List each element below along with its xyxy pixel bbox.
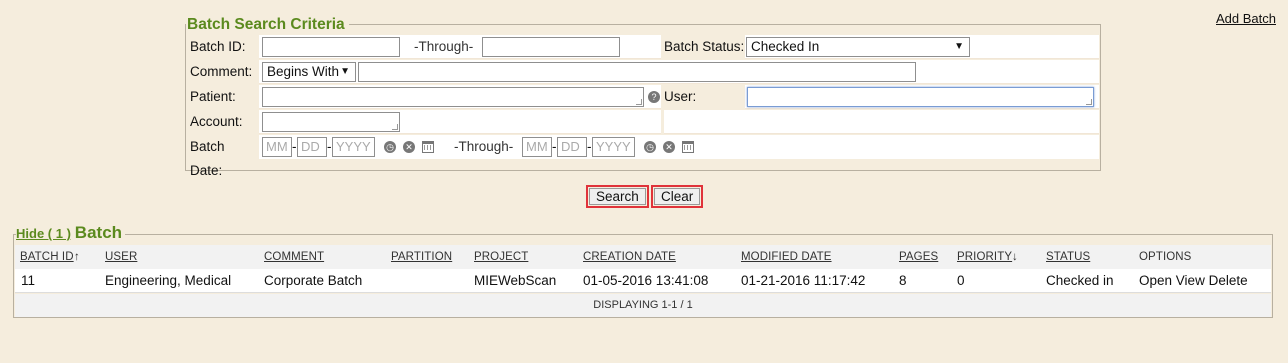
clock-icon[interactable]: ◷ bbox=[644, 141, 656, 153]
clear-icon[interactable]: ✕ bbox=[663, 141, 675, 153]
comment-mode-value: Begins With bbox=[267, 64, 340, 79]
date-separator: - bbox=[292, 139, 297, 154]
column-options: OPTIONS bbox=[1139, 251, 1192, 263]
date-through-label: -Through- bbox=[454, 139, 514, 154]
account-input[interactable] bbox=[262, 112, 400, 132]
date-separator: - bbox=[587, 139, 592, 154]
column-creation-date[interactable]: CREATION DATE bbox=[583, 245, 676, 269]
column-modified-date[interactable]: MODIFIED DATE bbox=[741, 245, 832, 269]
column-batch-id[interactable]: BATCH ID bbox=[20, 245, 74, 269]
delete-link[interactable]: Delete bbox=[1209, 273, 1248, 288]
calendar-icon[interactable] bbox=[682, 141, 694, 153]
account-label: Account: bbox=[187, 110, 259, 134]
cell-comment: Corporate Batch bbox=[264, 273, 363, 288]
batch-status-value: Checked In bbox=[751, 39, 820, 54]
cell-user: Engineering, Medical bbox=[105, 273, 232, 288]
cell-creation-date: 01-05-2016 13:41:08 bbox=[583, 273, 709, 288]
account-divider bbox=[661, 110, 664, 134]
cell-pages: 8 bbox=[899, 273, 907, 288]
date-separator: - bbox=[552, 139, 557, 154]
batch-status-label: Batch Status: bbox=[661, 35, 745, 59]
clear-button-highlight: Clear bbox=[651, 185, 704, 208]
batch-status-select[interactable]: Checked In ▼ bbox=[746, 37, 970, 57]
cell-batch-id: 11 bbox=[21, 273, 36, 288]
column-comment[interactable]: COMMENT bbox=[264, 245, 324, 269]
date-to-month-input[interactable]: MM bbox=[522, 137, 552, 157]
chevron-down-icon: ▼ bbox=[954, 41, 964, 52]
user-label: User: bbox=[661, 85, 745, 109]
batch-id-to-input[interactable] bbox=[482, 37, 620, 57]
row-comment: Comment: Begins With ▼ bbox=[187, 60, 1099, 84]
row-patient-user: Patient: ? User: bbox=[187, 85, 1099, 109]
column-status[interactable]: STATUS bbox=[1046, 245, 1090, 269]
column-project[interactable]: PROJECT bbox=[474, 245, 528, 269]
batch-id-label: Batch ID: bbox=[187, 35, 259, 59]
batch-search-criteria: Batch Search Criteria Batch ID: -Through… bbox=[185, 16, 1101, 178]
batch-title: Batch bbox=[74, 223, 123, 242]
view-link[interactable]: View bbox=[1176, 273, 1205, 288]
row-account: Account: bbox=[187, 110, 1099, 134]
search-button-highlight: Search bbox=[586, 185, 649, 208]
hide-batch-link[interactable]: Hide ( 1 ) bbox=[16, 226, 71, 241]
table-header: BATCH ID ↑ USER COMMENT PARTITION PROJEC… bbox=[15, 245, 1271, 269]
cell-status: Checked in bbox=[1046, 273, 1114, 288]
open-link[interactable]: Open bbox=[1139, 273, 1172, 288]
batch-date-label: Batch Date: bbox=[187, 135, 259, 178]
clear-icon[interactable]: ✕ bbox=[403, 141, 415, 153]
column-pages[interactable]: PAGES bbox=[899, 245, 938, 269]
sort-desc-icon: ↓ bbox=[1012, 251, 1018, 263]
search-button[interactable]: Search bbox=[589, 188, 646, 205]
sort-asc-icon: ↑ bbox=[74, 251, 80, 263]
column-user[interactable]: USER bbox=[105, 245, 137, 269]
column-priority[interactable]: PRIORITY bbox=[957, 245, 1012, 269]
row-batch-id: Batch ID: -Through- Batch Status: Checke… bbox=[187, 35, 1099, 59]
date-separator: - bbox=[327, 139, 332, 154]
batch-legend: Hide ( 1 ) Batch bbox=[16, 223, 126, 243]
chevron-down-icon: ▼ bbox=[340, 66, 350, 77]
date-to-year-input[interactable]: YYYY bbox=[592, 137, 635, 157]
clear-button[interactable]: Clear bbox=[654, 188, 701, 205]
column-partition[interactable]: PARTITION bbox=[391, 245, 452, 269]
date-to-day-input[interactable]: DD bbox=[557, 137, 587, 157]
criteria-legend: Batch Search Criteria bbox=[186, 16, 349, 34]
cell-priority: 0 bbox=[957, 273, 965, 288]
date-from-day-input[interactable]: DD bbox=[297, 137, 327, 157]
comment-label: Comment: bbox=[187, 60, 259, 84]
help-icon[interactable]: ? bbox=[648, 91, 660, 103]
batch-id-through-label: -Through- bbox=[414, 39, 474, 54]
comment-mode-select[interactable]: Begins With ▼ bbox=[262, 62, 356, 82]
cell-modified-date: 01-21-2016 11:17:42 bbox=[741, 273, 866, 288]
comment-input[interactable] bbox=[358, 62, 916, 82]
row-batch-date: Batch Date: MM - DD - YYYY ◷ ✕ -Through-… bbox=[187, 135, 1099, 178]
clock-icon[interactable]: ◷ bbox=[384, 141, 396, 153]
patient-input[interactable] bbox=[262, 87, 644, 107]
add-batch-link[interactable]: Add Batch bbox=[1216, 11, 1276, 26]
pagination-footer: DISPLAYING 1-1 / 1 bbox=[15, 294, 1271, 317]
cell-project: MIEWebScan bbox=[474, 273, 557, 288]
batch-results: Hide ( 1 ) Batch BATCH ID ↑ USER COMMENT… bbox=[13, 223, 1273, 318]
date-from-month-input[interactable]: MM bbox=[262, 137, 292, 157]
user-input[interactable] bbox=[747, 87, 1094, 107]
batch-id-from-input[interactable] bbox=[262, 37, 400, 57]
patient-label: Patient: bbox=[187, 85, 259, 109]
cell-options: Open View Delete bbox=[1139, 269, 1248, 293]
date-from-year-input[interactable]: YYYY bbox=[332, 137, 375, 157]
calendar-icon[interactable] bbox=[422, 141, 434, 153]
table-row[interactable]: 11 Engineering, Medical Corporate Batch … bbox=[15, 269, 1271, 293]
